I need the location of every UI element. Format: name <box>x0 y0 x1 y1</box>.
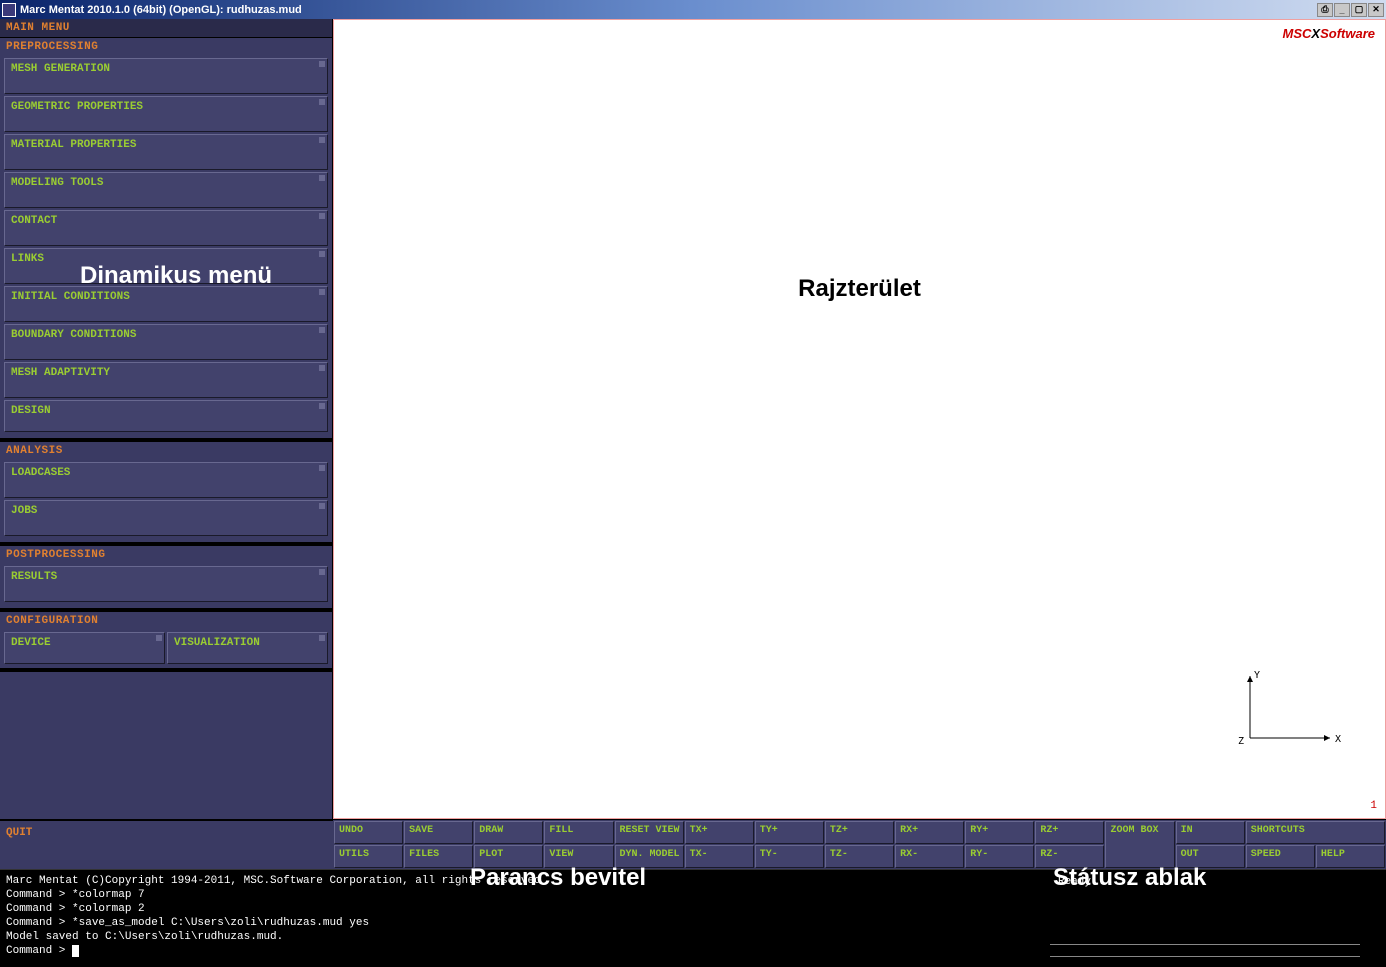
btn-save[interactable]: SAVE <box>404 821 473 844</box>
close-button[interactable]: ✕ <box>1368 3 1384 17</box>
btn-speed[interactable]: SPEED <box>1246 845 1315 868</box>
menu-contact[interactable]: CONTACT <box>4 210 328 246</box>
msc-software-logo: MSCXSoftware <box>1283 26 1375 41</box>
menu-mesh-generation[interactable]: MESH GENERATION <box>4 58 328 94</box>
btn-help[interactable]: HELP <box>1316 845 1385 868</box>
btn-tx-plus[interactable]: TX+ <box>685 821 754 844</box>
window-titlebar: Marc Mentat 2010.1.0 (64bit) (OpenGL): r… <box>0 0 1386 19</box>
console-area: Marc Mentat (C)Copyright 1994-2011, MSC.… <box>0 869 1386 967</box>
btn-files[interactable]: FILES <box>404 845 473 868</box>
menu-initial-conditions[interactable]: INITIAL CONDITIONS <box>4 286 328 322</box>
btn-reset-view[interactable]: RESET VIEW <box>615 821 684 844</box>
quit-button[interactable]: QUIT <box>0 820 333 845</box>
menu-loadcases[interactable]: LOADCASES <box>4 462 328 498</box>
btn-dyn-model[interactable]: DYN. MODEL <box>615 845 684 868</box>
menu-results[interactable]: RESULTS <box>4 566 328 602</box>
analysis-header: ANALYSIS <box>0 442 332 460</box>
btn-plot[interactable]: PLOT <box>474 845 543 868</box>
btn-rz-plus[interactable]: RZ+ <box>1035 821 1104 844</box>
postprocessing-header: POSTPROCESSING <box>0 546 332 564</box>
menu-mesh-adaptivity[interactable]: MESH ADAPTIVITY <box>4 362 328 398</box>
btn-ry-minus[interactable]: RY- <box>965 845 1034 868</box>
drawing-viewport[interactable]: MSCXSoftware Rajzterület X Y Z 1 <box>333 19 1386 819</box>
app-icon <box>2 3 16 17</box>
btn-zoom-box[interactable]: ZOOM BOX <box>1105 821 1174 868</box>
menu-visualization[interactable]: VISUALIZATION <box>167 632 328 664</box>
menu-device[interactable]: DEVICE <box>4 632 165 664</box>
menu-boundary-conditions[interactable]: BOUNDARY CONDITIONS <box>4 324 328 360</box>
btn-shortcuts[interactable]: SHORTCUTS <box>1246 821 1385 844</box>
dynamic-menu-sidebar: MAIN MENU PREPROCESSING MESH GENERATION … <box>0 19 333 819</box>
btn-tz-minus[interactable]: TZ- <box>825 845 894 868</box>
menu-design[interactable]: DESIGN <box>4 400 328 432</box>
svg-text:X: X <box>1335 734 1341 745</box>
btn-ty-minus[interactable]: TY- <box>755 845 824 868</box>
annotation-drawing-area: Rajzterület <box>798 275 921 303</box>
btn-in[interactable]: IN <box>1176 821 1245 844</box>
menu-jobs[interactable]: JOBS <box>4 500 328 536</box>
btn-rx-minus[interactable]: RX- <box>895 845 964 868</box>
status-window: Ready <box>1050 874 1380 963</box>
viewport-index: 1 <box>1370 800 1377 812</box>
btn-undo[interactable]: UNDO <box>334 821 403 844</box>
window-title: Marc Mentat 2010.1.0 (64bit) (OpenGL): r… <box>20 4 1317 16</box>
btn-ry-plus[interactable]: RY+ <box>965 821 1034 844</box>
btn-out[interactable]: OUT <box>1176 845 1245 868</box>
btn-ty-plus[interactable]: TY+ <box>755 821 824 844</box>
btn-view[interactable]: VIEW <box>544 845 613 868</box>
menu-links[interactable]: LINKS <box>4 248 328 284</box>
maximize-button[interactable]: ▢ <box>1351 3 1367 17</box>
static-menu-bar: QUIT UNDO SAVE DRAW FILL RESET VIEW TX+ … <box>0 819 1386 869</box>
btn-rx-plus[interactable]: RX+ <box>895 821 964 844</box>
btn-utils[interactable]: UTILS <box>334 845 403 868</box>
svg-text:Z: Z <box>1238 736 1244 747</box>
menu-material-properties[interactable]: MATERIAL PROPERTIES <box>4 134 328 170</box>
divider <box>0 668 332 672</box>
minimize-button[interactable]: _ <box>1334 3 1350 17</box>
menu-geometric-properties[interactable]: GEOMETRIC PROPERTIES <box>4 96 328 132</box>
main-menu-header: MAIN MENU <box>0 19 332 38</box>
axis-gizmo: X Y Z <box>1230 668 1350 763</box>
preprocessing-header: PREPROCESSING <box>0 38 332 56</box>
command-console[interactable]: Marc Mentat (C)Copyright 1994-2011, MSC.… <box>6 874 1050 963</box>
status-divider <box>1050 956 1360 957</box>
menu-modeling-tools[interactable]: MODELING TOOLS <box>4 172 328 208</box>
status-divider <box>1050 944 1360 945</box>
svg-text:Y: Y <box>1254 670 1260 681</box>
configuration-header: CONFIGURATION <box>0 612 332 630</box>
btn-rz-minus[interactable]: RZ- <box>1035 845 1104 868</box>
btn-fill[interactable]: FILL <box>544 821 613 844</box>
print-button[interactable]: ⎙ <box>1317 3 1333 17</box>
status-ready: Ready <box>1058 876 1091 888</box>
btn-draw[interactable]: DRAW <box>474 821 543 844</box>
btn-tz-plus[interactable]: TZ+ <box>825 821 894 844</box>
btn-tx-minus[interactable]: TX- <box>685 845 754 868</box>
cursor-icon <box>72 945 79 957</box>
